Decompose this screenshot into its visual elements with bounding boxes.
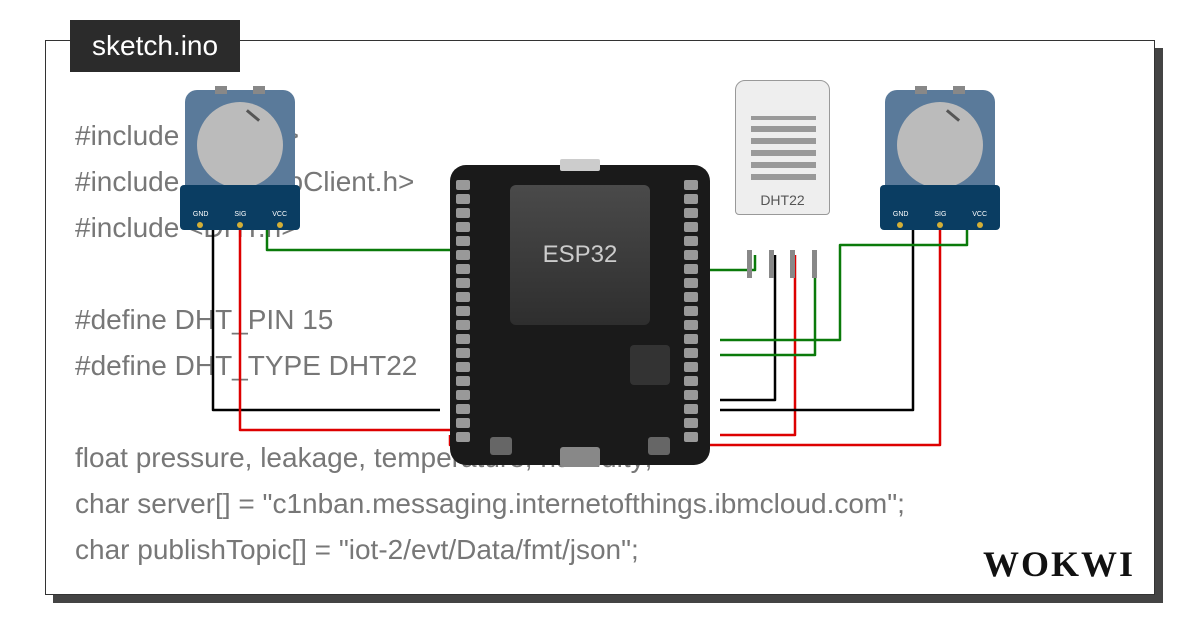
esp32-shield-icon: ESP32 bbox=[510, 185, 650, 325]
wire-pot1-gnd bbox=[213, 230, 440, 410]
wire-pot1-vcc bbox=[240, 230, 450, 430]
esp32-button-right[interactable] bbox=[648, 437, 670, 455]
usb-port-icon bbox=[560, 447, 600, 467]
wire-dht-vcc bbox=[720, 255, 795, 435]
circuit-canvas[interactable]: GND SIG VCC GND SIG VCC DHT22 E bbox=[180, 90, 1000, 490]
wire-pot1-sig bbox=[267, 230, 460, 250]
file-tab[interactable]: sketch.ino bbox=[70, 20, 240, 72]
pot-knob-icon[interactable] bbox=[197, 102, 283, 188]
dht22-sensor[interactable]: DHT22 bbox=[735, 80, 830, 250]
pot-knob-icon[interactable] bbox=[897, 102, 983, 188]
esp32-board[interactable]: ESP32 bbox=[450, 165, 710, 465]
potentiometer-2[interactable]: GND SIG VCC bbox=[880, 90, 1000, 230]
dht-label: DHT22 bbox=[736, 192, 829, 208]
dht-grill-icon bbox=[751, 116, 816, 186]
esp32-button-left[interactable] bbox=[490, 437, 512, 455]
wokwi-logo: WOKWI bbox=[983, 543, 1135, 585]
esp32-label: ESP32 bbox=[543, 241, 618, 269]
potentiometer-1[interactable]: GND SIG VCC bbox=[180, 90, 300, 230]
file-tab-label: sketch.ino bbox=[92, 30, 218, 61]
